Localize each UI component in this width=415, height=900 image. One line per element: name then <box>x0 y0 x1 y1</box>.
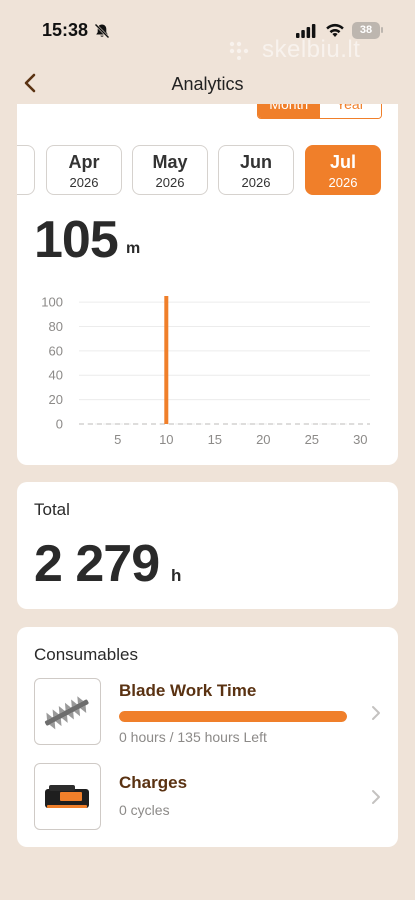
battery-cap <box>381 27 383 33</box>
month-chip-year: 2026 <box>69 175 99 190</box>
x-tick-label: 10 <box>159 432 173 447</box>
month-chip-year: 2026 <box>241 175 271 190</box>
battery-pack-icon <box>45 785 89 808</box>
y-tick-label: 0 <box>56 417 63 432</box>
month-chip-month: Apr <box>68 152 100 172</box>
watermark-logo-icon <box>229 41 249 60</box>
battery-thumbnail <box>34 763 101 830</box>
consumable-name: Charges <box>119 773 188 792</box>
month-chip-jul[interactable]: Jul 2026 <box>305 145 381 195</box>
y-tick-label: 60 <box>49 343 63 358</box>
month-chip-apr[interactable]: Apr 2026 <box>46 145 122 195</box>
monthly-usage-unit: m <box>126 240 141 257</box>
status-time: 15:38 <box>42 20 89 40</box>
chart-bar <box>164 296 169 424</box>
x-tick-label: 5 <box>114 432 121 447</box>
blade-progress-bar <box>119 711 347 722</box>
total-unit: h <box>171 566 182 585</box>
monthly-usage-value: 105 <box>34 211 119 269</box>
consumable-status: 0 cycles <box>119 802 170 818</box>
blade-thumbnail <box>34 678 101 745</box>
month-chip-mar[interactable] <box>17 145 35 195</box>
blade-progress-fill <box>119 711 347 722</box>
total-value: 2 279 <box>34 535 160 593</box>
toggle-year-button[interactable]: Year <box>319 104 381 118</box>
consumable-charges[interactable]: Charges 0 cycles <box>17 763 398 833</box>
nav-bar: Analytics <box>0 60 415 104</box>
page-title: Analytics <box>171 74 244 94</box>
month-chip-month: Jul <box>329 152 356 172</box>
consumable-status: 0 hours / 135 hours Left <box>119 729 267 745</box>
hedge-trimmer-blade-icon <box>44 696 89 730</box>
month-chip-year: 2026 <box>328 175 358 190</box>
consumable-blade-work-time[interactable]: Blade Work Time 0 hours / 135 hours Left <box>17 678 398 748</box>
month-chip-month: Jun <box>239 152 272 172</box>
consumable-name: Blade Work Time <box>119 681 257 700</box>
month-chip-may[interactable]: May 2026 <box>132 145 208 195</box>
y-tick-label: 20 <box>49 392 63 407</box>
period-toggle: Month Year <box>257 104 382 119</box>
y-tick-label: 40 <box>49 368 63 383</box>
usage-chart-card: Month Year Apr 2026 May 2026 Jun 2026 Ju… <box>17 104 398 465</box>
month-chip-jun[interactable]: Jun 2026 <box>218 145 294 195</box>
x-tick-label: 20 <box>256 432 270 447</box>
x-tick-label: 15 <box>208 432 222 447</box>
chevron-right-icon <box>372 790 380 804</box>
consumables-card: Consumables Blade Work Time 0 hours / 13… <box>17 627 398 847</box>
y-tick-label: 100 <box>41 295 63 310</box>
total-card: Total 2 279 h <box>17 482 398 609</box>
month-chip-month: May <box>152 152 188 172</box>
bell-slash-icon <box>94 23 110 39</box>
x-tick-label: 30 <box>353 432 367 447</box>
status-bar: 15:38 38 skelbiu.lt <box>0 0 415 63</box>
toggle-month-button[interactable]: Month <box>258 104 320 118</box>
y-tick-label: 80 <box>49 319 63 334</box>
month-chip-year: 2026 <box>155 175 185 190</box>
x-tick-label: 25 <box>305 432 319 447</box>
total-label: Total <box>34 500 70 519</box>
chevron-right-icon <box>372 706 380 720</box>
consumables-title: Consumables <box>34 645 138 664</box>
usage-bar-chart: 0 20 40 60 80 100 5 10 15 20 25 30 <box>41 295 370 447</box>
